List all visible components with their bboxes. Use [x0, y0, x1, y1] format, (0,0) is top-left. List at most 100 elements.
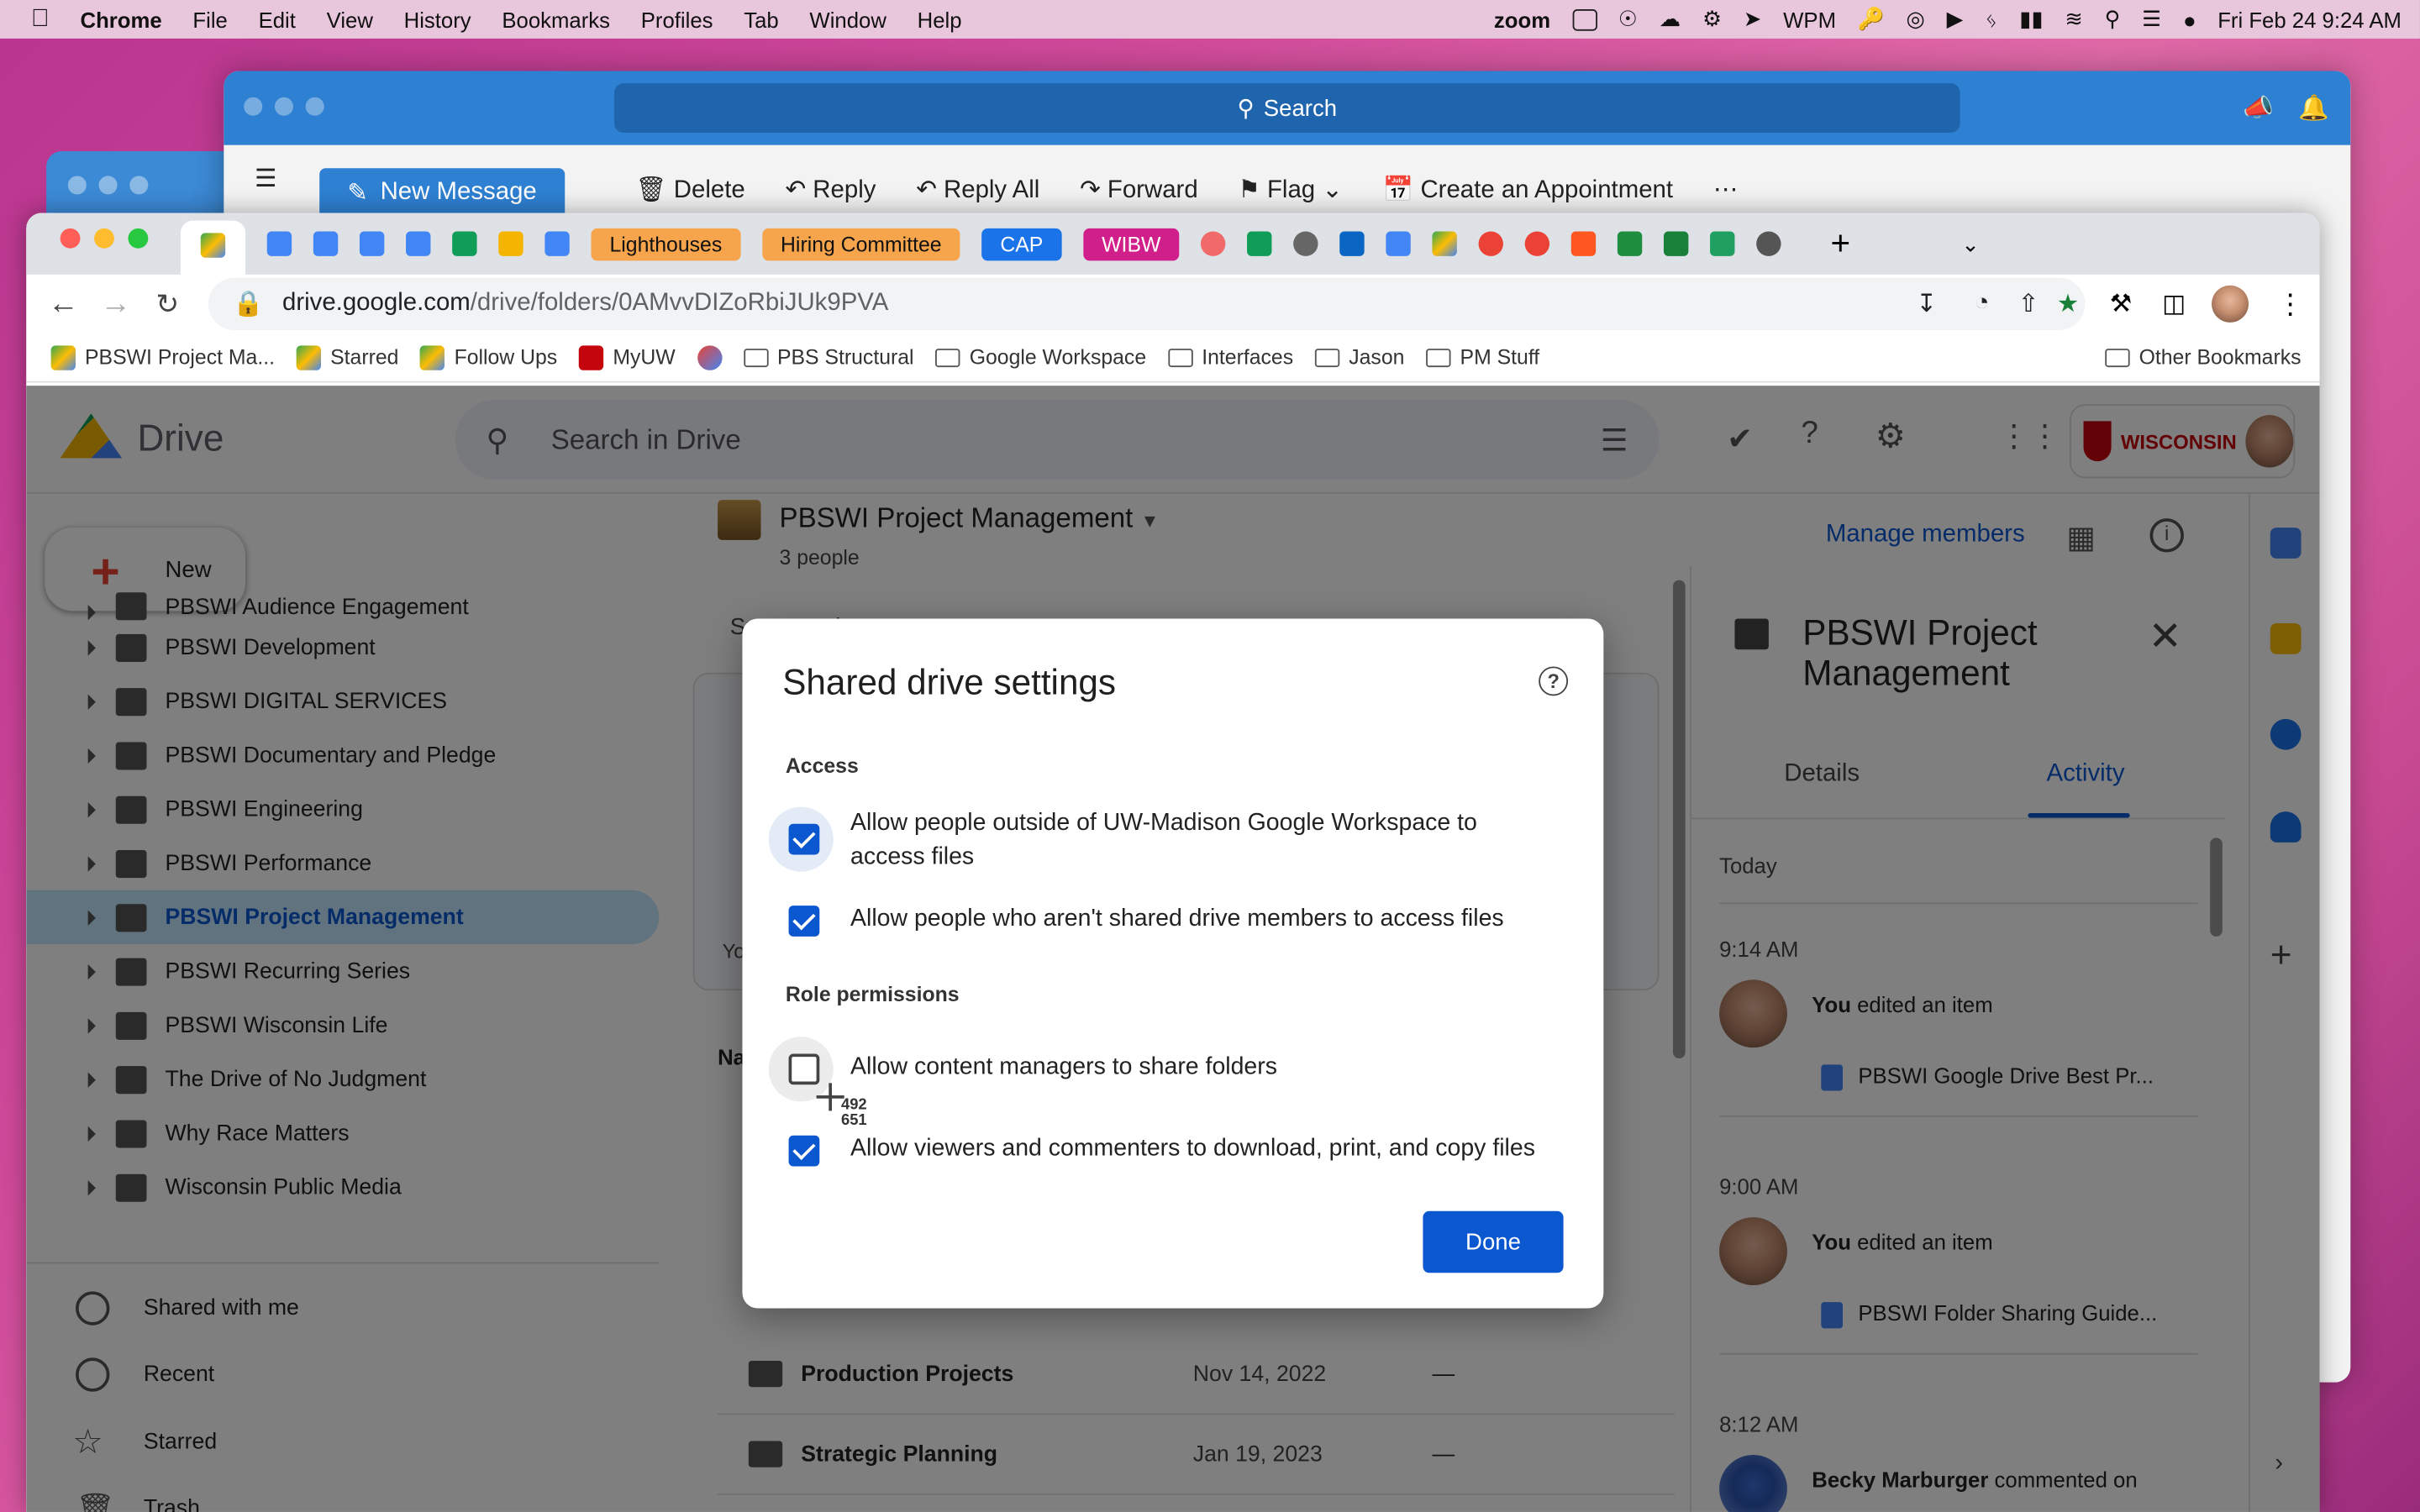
- nav-shared-with-me[interactable]: Shared with me: [26, 1278, 659, 1339]
- grid-view-icon[interactable]: ▦: [2066, 518, 2096, 557]
- shared-drive-item[interactable]: Why Race Matters: [26, 1106, 659, 1160]
- drive-search-input[interactable]: ⚲ Search in Drive ☰: [455, 399, 1660, 480]
- tab-google-icon[interactable]: [1478, 231, 1504, 256]
- tab-activity[interactable]: Activity: [2046, 760, 2124, 788]
- shared-drive-item[interactable]: PBSWI Development: [26, 620, 659, 674]
- apple-icon[interactable]: : [31, 5, 50, 33]
- globe-icon[interactable]: ☉: [1618, 6, 1638, 32]
- tab-group-hiring-committee[interactable]: Hiring Committee: [761, 227, 960, 260]
- maximize-window-icon[interactable]: [128, 228, 149, 249]
- menu-window[interactable]: Window: [809, 7, 886, 31]
- tab-drive-icon[interactable]: [1432, 231, 1458, 256]
- airdrop-icon[interactable]: ◎: [1906, 6, 1924, 32]
- bookmark-folder-google-workspace[interactable]: Google Workspace: [935, 345, 1146, 369]
- menu-edit[interactable]: Edit: [259, 7, 296, 31]
- shared-drive-item[interactable]: PBSWI Wisconsin Life: [26, 998, 659, 1052]
- tab-asana-icon[interactable]: [1201, 231, 1226, 256]
- extensions-icon[interactable]: ⚒: [2110, 288, 2132, 319]
- tab-docs-icon[interactable]: [359, 231, 385, 256]
- tab-slides-icon[interactable]: [498, 231, 523, 256]
- battery-icon[interactable]: ▮▮: [2019, 6, 2043, 32]
- contacts-icon[interactable]: [2270, 811, 2302, 843]
- shared-drive-item[interactable]: PBSWI Recurring Series: [26, 944, 659, 998]
- create-appointment-button[interactable]: 📅 Create an Appointment: [1383, 175, 1673, 206]
- chrome-menu-icon[interactable]: ⋮: [2276, 288, 2304, 321]
- external-access-checkbox[interactable]: [788, 823, 820, 855]
- more-actions-button[interactable]: ⋯: [1713, 175, 1738, 206]
- help-icon[interactable]: ?: [1539, 666, 1569, 696]
- bookmark-myuw[interactable]: MyUW: [578, 344, 676, 370]
- file-list-scrollbar[interactable]: [1672, 580, 1686, 1058]
- other-bookmarks[interactable]: Other Bookmarks: [2105, 345, 2302, 369]
- account-chip[interactable]: WISCONSIN: [2070, 404, 2296, 479]
- bookmark-folder-jason[interactable]: Jason: [1314, 345, 1404, 369]
- app-status-icon[interactable]: [1571, 8, 1597, 30]
- route-icon[interactable]: ➤: [1744, 6, 1762, 32]
- side-panel-icon[interactable]: ◫: [2162, 288, 2186, 319]
- menu-bookmarks[interactable]: Bookmarks: [502, 7, 610, 31]
- table-row[interactable]: Production Projects Nov 14, 2022—: [718, 1335, 1675, 1415]
- tab-docs-icon[interactable]: [544, 231, 570, 256]
- shared-drive-item[interactable]: PBSWI Audience Engagement: [26, 583, 659, 621]
- share-icon[interactable]: ⇧: [2018, 288, 2039, 319]
- tab-crown-icon[interactable]: [1710, 231, 1735, 256]
- tab-linkedin-icon[interactable]: [1339, 231, 1365, 256]
- search-options-icon[interactable]: ☰: [1601, 421, 1628, 459]
- tab-sheets-icon[interactable]: [452, 231, 477, 256]
- bookmark-starred[interactable]: Starred: [296, 344, 398, 370]
- tab-google-icon[interactable]: [1524, 231, 1550, 256]
- keep-icon[interactable]: [2270, 623, 2302, 654]
- done-button[interactable]: Done: [1423, 1210, 1564, 1273]
- menu-history[interactable]: History: [404, 7, 471, 31]
- key-icon[interactable]: 🔑: [1858, 6, 1885, 32]
- control-center-icon[interactable]: ☰: [2142, 6, 2161, 32]
- nav-trash[interactable]: 🗑 Trash: [26, 1478, 659, 1512]
- menu-tab[interactable]: Tab: [744, 7, 778, 31]
- table-row[interactable]: Strategic Planning Jan 19, 2023—: [718, 1415, 1675, 1495]
- reply-button[interactable]: ↶ Reply: [786, 175, 876, 206]
- spotlight-search-icon[interactable]: ⚲: [2105, 6, 2121, 32]
- bookmark-star-icon[interactable]: ★: [2057, 288, 2079, 319]
- hamburger-icon[interactable]: ☰: [255, 164, 276, 195]
- reload-icon[interactable]: ↻: [156, 288, 180, 321]
- tab-docs-icon[interactable]: [406, 231, 431, 256]
- apps-grid-icon[interactable]: ⋮⋮: [1999, 417, 2060, 455]
- outlook-search[interactable]: ⚲ Search: [614, 83, 1960, 133]
- settings-gear-icon[interactable]: ⚙: [1876, 417, 1906, 457]
- window-controls[interactable]: [60, 228, 149, 249]
- back-icon[interactable]: ←: [48, 286, 79, 322]
- info-icon[interactable]: i: [2149, 518, 2184, 553]
- tab-globe-icon[interactable]: [1293, 231, 1318, 256]
- tab-group-cap[interactable]: CAP: [981, 227, 1062, 260]
- megaphone-icon[interactable]: 📣: [2243, 92, 2274, 123]
- bookmark-follow-ups[interactable]: Follow Ups: [420, 344, 557, 370]
- dropdown-caret-icon[interactable]: ▼: [1141, 510, 1160, 532]
- cloud-sync-icon[interactable]: ☁: [1660, 6, 1681, 32]
- tab-sheets-chart-icon[interactable]: [266, 231, 292, 256]
- wifi-icon[interactable]: ≋: [2065, 6, 2083, 32]
- expand-panel-icon[interactable]: ›: [2275, 1450, 2283, 1478]
- activity-file-link[interactable]: PBSWI Google Drive Best Pr...: [1821, 1063, 2154, 1091]
- managers-share-folders-checkbox[interactable]: [788, 1053, 820, 1085]
- bookmark-cloud[interactable]: [697, 344, 722, 370]
- tab-blogger-icon[interactable]: [1570, 231, 1597, 256]
- menu-help[interactable]: Help: [918, 7, 962, 31]
- tab-group-wibw[interactable]: WIBW: [1083, 227, 1180, 260]
- bookmark-folder-pm-stuff[interactable]: PM Stuff: [1426, 345, 1539, 369]
- menu-chrome[interactable]: Chrome: [81, 7, 162, 31]
- managers-share-folders-label[interactable]: Allow content managers to share folders: [850, 1051, 1529, 1084]
- forward-button[interactable]: ↷ Forward: [1080, 175, 1198, 206]
- activity-file-link[interactable]: PBSWI Folder Sharing Guide...: [1821, 1300, 2157, 1329]
- close-window-icon[interactable]: [60, 228, 81, 249]
- bluetooth-icon[interactable]: ᛃ: [1985, 7, 1997, 31]
- minimize-window-icon[interactable]: [94, 228, 114, 249]
- tasks-icon[interactable]: [2270, 718, 2302, 750]
- wpm-status[interactable]: WPM: [1783, 7, 1836, 31]
- zoom-status[interactable]: zoom: [1494, 7, 1550, 31]
- shared-drive-item[interactable]: PBSWI Engineering: [26, 782, 659, 836]
- non-member-access-checkbox[interactable]: [788, 906, 820, 937]
- tab-group-lighthouses[interactable]: Lighthouses: [591, 227, 741, 260]
- viewers-download-label[interactable]: Allow viewers and commenters to download…: [850, 1132, 1591, 1166]
- offline-status-icon[interactable]: ✔: [1727, 420, 1753, 459]
- play-icon[interactable]: ▶: [1947, 6, 1964, 32]
